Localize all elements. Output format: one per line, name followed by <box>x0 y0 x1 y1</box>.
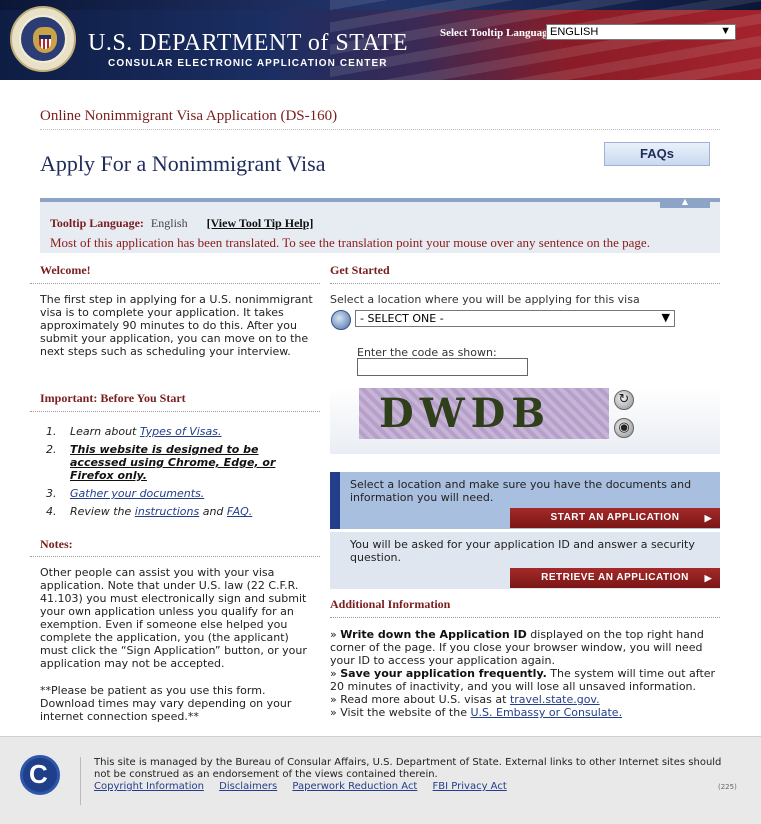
arrow-right-icon: ▶ <box>704 513 712 523</box>
logo-letter: C <box>29 759 48 789</box>
arrow-right-icon: ▶ <box>704 573 712 583</box>
disclaimers-link[interactable]: Disclaimers <box>219 781 277 792</box>
seal-inner <box>19 15 67 63</box>
tooltip-language-current: English <box>150 216 188 230</box>
select-location-label: Select a location where you will be appl… <box>330 293 640 306</box>
divider <box>30 283 320 284</box>
application-title: Online Nonimmigrant Visa Application (DS… <box>40 108 338 124</box>
before-you-start-list: 1. Learn about Types of Visas. 2. This w… <box>46 425 316 523</box>
copyright-information-link[interactable]: Copyright Information <box>94 781 204 792</box>
list-item-text: Review the <box>70 505 135 518</box>
divider <box>330 617 720 618</box>
header-banner: U.S. DEPARTMENT of STATE CONSULAR ELECTR… <box>0 0 761 80</box>
location-select-value: - SELECT ONE - <box>360 312 444 325</box>
patience-text: **Please be patient as you use this form… <box>40 684 292 723</box>
tooltip-info-box: ▲ Tooltip Language: English [View Tool T… <box>40 198 720 253</box>
info-bold: Save your application frequently. <box>340 667 547 680</box>
page-code: (225) <box>718 783 737 791</box>
footer: C This site is managed by the Bureau of … <box>0 736 761 824</box>
shield-icon <box>39 35 51 49</box>
footer-separator <box>80 757 81 805</box>
embassy-consulate-link[interactable]: U.S. Embassy or Consulate. <box>470 706 622 719</box>
chevron-down-icon: ▼ <box>720 25 731 37</box>
list-item-text: Learn about <box>70 425 140 438</box>
faq-link[interactable]: FAQ. <box>227 505 252 518</box>
consular-affairs-logo-icon: C <box>20 755 60 795</box>
tooltip-language-select[interactable]: ENGLISH ▼ <box>546 24 736 40</box>
divider <box>30 411 320 412</box>
notes-heading: Notes: <box>40 537 73 551</box>
welcome-heading: Welcome! <box>40 263 91 277</box>
info-bold: Write down the Application ID <box>340 628 527 641</box>
list-item: » Visit the website of the U.S. Embassy … <box>330 706 623 719</box>
notes-text: Other people can assist you with your vi… <box>40 566 307 670</box>
start-application-panel: Select a location and make sure you have… <box>330 472 720 529</box>
divider <box>40 129 720 130</box>
department-title: U.S. DEPARTMENT of STATE <box>88 30 409 56</box>
audio-captcha-icon[interactable]: ◉ <box>614 418 634 438</box>
fbi-privacy-act-link[interactable]: FBI Privacy Act <box>433 781 507 792</box>
location-select[interactable]: - SELECT ONE - ▼ <box>355 310 675 327</box>
divider <box>30 556 320 557</box>
types-of-visas-link[interactable]: Types of Visas. <box>140 425 222 438</box>
state-department-seal-icon <box>10 6 76 72</box>
additional-info-heading: Additional Information <box>330 597 451 611</box>
list-number: 3. <box>46 487 57 500</box>
footer-disclaimer-text: This site is managed by the Bureau of Co… <box>94 757 722 780</box>
list-item: 4. Review the instructions and FAQ. <box>46 505 316 518</box>
translation-message: Most of this application has been transl… <box>50 235 650 250</box>
tooltip-language-line: Tooltip Language: English [View Tool Tip… <box>50 216 313 231</box>
list-number: 1. <box>46 425 57 438</box>
list-item: 2. This website is designed to be access… <box>46 443 316 482</box>
additional-info-list: » Write down the Application ID displaye… <box>330 628 722 719</box>
important-heading: Important: Before You Start <box>40 391 186 405</box>
chevron-down-icon: ▼ <box>661 311 670 324</box>
retrieve-application-label: RETRIEVE AN APPLICATION <box>541 572 689 583</box>
list-item: » Save your application frequently. The … <box>330 667 716 693</box>
gather-documents-link[interactable]: Gather your documents. <box>70 487 204 500</box>
welcome-text: The first step in applying for a U.S. no… <box>40 293 313 358</box>
tooltip-language-value: ENGLISH <box>550 26 599 38</box>
footer-links: Copyright Information Disclaimers Paperw… <box>94 781 519 792</box>
list-item: » Read more about U.S. visas at travel.s… <box>330 693 600 706</box>
divider <box>330 283 720 284</box>
info-text: Read more about U.S. visas at <box>340 693 510 706</box>
start-application-label: START AN APPLICATION <box>550 512 680 523</box>
tooltip-language-heading: Tooltip Language: <box>50 216 144 230</box>
globe-icon <box>331 310 351 330</box>
captcha-text: DWDB <box>379 390 552 437</box>
start-application-button[interactable]: START AN APPLICATION ▶ <box>510 508 720 528</box>
faqs-button[interactable]: FAQs <box>604 142 710 166</box>
get-started-heading: Get Started <box>330 263 390 277</box>
list-number: 2. <box>46 443 57 456</box>
department-subtitle: CONSULAR ELECTRONIC APPLICATION CENTER <box>108 58 388 69</box>
list-item: 1. Learn about Types of Visas. <box>46 425 316 438</box>
info-text: Visit the website of the <box>340 706 471 719</box>
captcha-image: DWDB <box>359 388 609 439</box>
browser-requirements-link[interactable]: This website is designed to be accessed … <box>70 443 275 482</box>
list-item: » Write down the Application ID displaye… <box>330 628 704 667</box>
travel-state-gov-link[interactable]: travel.state.gov. <box>510 693 600 706</box>
page-title: Apply For a Nonimmigrant Visa <box>40 151 326 176</box>
refresh-captcha-icon[interactable]: ↻ <box>614 390 634 410</box>
collapse-tab-icon[interactable]: ▲ <box>660 198 710 208</box>
view-tooltip-help-link[interactable]: [View Tool Tip Help] <box>207 216 314 230</box>
paperwork-reduction-act-link[interactable]: Paperwork Reduction Act <box>292 781 417 792</box>
retrieve-application-button[interactable]: RETRIEVE AN APPLICATION ▶ <box>510 568 720 588</box>
start-application-text: Select a location and make sure you have… <box>350 478 692 504</box>
retrieve-application-text: You will be asked for your application I… <box>350 538 695 564</box>
list-number: 4. <box>46 505 57 518</box>
list-item-text: and <box>199 505 227 518</box>
list-item: 3. Gather your documents. <box>46 487 316 500</box>
retrieve-application-panel: You will be asked for your application I… <box>330 532 720 589</box>
captcha-code-input[interactable] <box>357 358 528 376</box>
tooltip-language-label: Select Tooltip Language <box>440 27 553 39</box>
instructions-link[interactable]: instructions <box>135 505 199 518</box>
